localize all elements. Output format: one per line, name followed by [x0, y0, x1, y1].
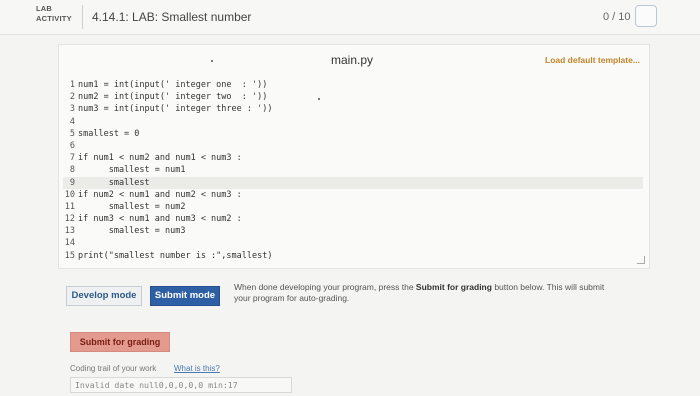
code-line[interactable]: 7 if num1 < num2 and num1 < num3 : — [63, 152, 643, 164]
line-number: 10 — [64, 189, 75, 200]
line-number: 13 — [64, 226, 75, 237]
line-number: 9 — [69, 177, 75, 188]
line-number: 4 — [69, 116, 75, 127]
code-editor-panel: main.py Load default template... 1 num1 =… — [58, 44, 650, 269]
code-text[interactable]: smallest = num3 — [78, 226, 186, 236]
code-line[interactable]: 11 smallest = num2 — [63, 201, 643, 213]
code-line[interactable]: 13 smallest = num3 — [63, 225, 643, 237]
line-number: 6 — [69, 140, 75, 151]
lab-title: 4.14.1: LAB: Smallest number — [92, 10, 252, 24]
code-text[interactable]: num2 = int(input(' integer two : ')) — [78, 92, 267, 102]
line-number: 1 — [69, 80, 75, 90]
submit-for-grading-button[interactable]: Submit for grading — [70, 332, 170, 352]
code-text[interactable]: smallest = 0 — [78, 129, 139, 139]
code-line[interactable]: 9 smallest — [63, 176, 643, 189]
code-line[interactable]: 3 num3 = int(input(' integer three : ')) — [63, 103, 643, 115]
lab-header: LAB ACTIVITY 4.14.1: LAB: Smallest numbe… — [0, 0, 700, 35]
line-number: 7 — [69, 153, 75, 164]
coding-trail-label: Coding trail of your work — [70, 364, 157, 373]
code-text[interactable]: smallest — [78, 178, 150, 188]
what-is-this-link[interactable]: What is this? — [174, 364, 220, 373]
stray-dot — [318, 98, 320, 100]
code-line[interactable]: 2 num2 = int(input(' integer two : ')) — [63, 91, 643, 103]
code-line[interactable]: 15 print("smallest number is :",smallest) — [63, 250, 643, 262]
code-line[interactable]: 8 smallest = num1 — [63, 164, 643, 176]
code-text[interactable]: num1 = int(input(' integer one : ')) — [78, 80, 267, 90]
submit-instructions: When done developing your program, press… — [234, 282, 620, 304]
header-divider — [82, 5, 83, 29]
submit-mode-button[interactable]: Submit mode — [150, 286, 220, 306]
code-line[interactable]: 5 smallest = 0 — [63, 128, 643, 140]
badge-line-activity: ACTIVITY — [36, 14, 72, 23]
score-text: 0 / 10 — [603, 11, 631, 23]
line-number: 14 — [64, 238, 75, 249]
code-line[interactable]: 1 num1 = int(input(' integer one : ')) — [63, 79, 643, 91]
line-number: 12 — [64, 214, 75, 225]
code-text[interactable]: smallest = num1 — [78, 165, 186, 175]
code-editor[interactable]: 1 num1 = int(input(' integer one : ')) 2 nu… — [63, 79, 643, 262]
coding-trail-value: Invalid date null0,0,0,0,0 min:17 — [70, 377, 292, 393]
code-text[interactable]: if num1 < num2 and num1 < num3 : — [78, 153, 242, 163]
line-number: 15 — [64, 250, 75, 261]
line-number: 3 — [69, 104, 75, 115]
note-before: When done developing your program, press… — [234, 282, 416, 292]
code-line[interactable]: 6 — [63, 140, 643, 152]
file-name: main.py — [331, 53, 374, 67]
completion-checkbox-icon — [635, 5, 657, 27]
code-text[interactable]: num3 = int(input(' integer three : ')) — [78, 104, 272, 114]
code-text[interactable]: if num3 < num1 and num3 < num2 : — [78, 214, 242, 224]
line-number: 2 — [69, 92, 75, 103]
code-line[interactable]: 4 — [63, 116, 643, 128]
load-default-template-link[interactable]: Load default template... — [545, 55, 640, 65]
code-line[interactable]: 10 if num2 < num1 and num2 < num3 : — [63, 189, 643, 201]
code-line[interactable]: 12 if num3 < num1 and num3 < num2 : — [63, 213, 643, 225]
line-number: 11 — [64, 201, 75, 212]
line-number: 5 — [69, 128, 75, 139]
develop-mode-button[interactable]: Develop mode — [66, 286, 142, 306]
stray-dot — [211, 60, 213, 62]
lab-activity-badge: LAB ACTIVITY — [36, 4, 80, 24]
code-text[interactable]: if num2 < num1 and num2 < num3 : — [78, 190, 242, 200]
line-number: 8 — [69, 165, 75, 176]
code-text[interactable]: smallest = num2 — [78, 202, 186, 212]
badge-line-lab: LAB — [36, 4, 53, 13]
code-text[interactable]: print("smallest number is :",smallest) — [78, 251, 272, 261]
code-line[interactable]: 14 — [63, 237, 643, 249]
resize-handle-icon[interactable] — [637, 256, 645, 264]
note-bold: Submit for grading — [415, 282, 492, 292]
